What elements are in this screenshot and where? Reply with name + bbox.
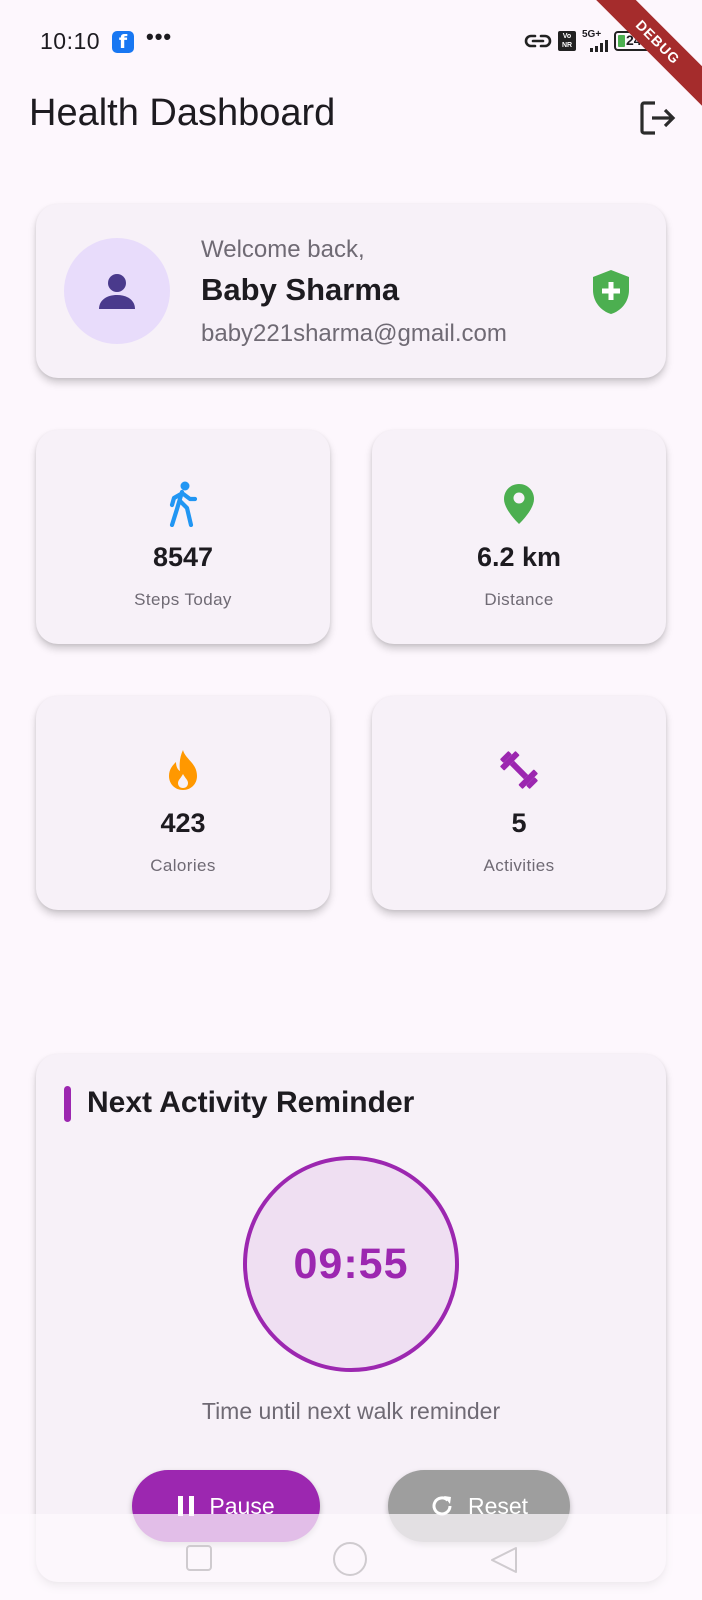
timer-value: 09:55	[293, 1239, 409, 1288]
steps-label: Steps Today	[134, 590, 232, 609]
health-shield-icon	[593, 270, 629, 314]
distance-label: Distance	[484, 590, 554, 609]
stat-card-steps: 8547 Steps Today	[36, 430, 330, 644]
facebook-notification-icon: f	[112, 31, 134, 53]
person-icon	[99, 274, 135, 309]
activities-label: Activities	[483, 856, 555, 875]
calories-label: Calories	[150, 856, 216, 875]
status-bar: 10:10 f ••• Vo NR 5G+ 24 DEBUG	[0, 0, 702, 116]
page-title: Health Dashboard	[29, 92, 336, 134]
signal-icon: 5G+	[582, 30, 608, 52]
calories-value: 423	[160, 808, 206, 838]
stat-card-activities: 5 Activities	[372, 696, 666, 910]
stat-card-calories: 423 Calories	[36, 696, 330, 910]
reminder-title: Next Activity Reminder	[87, 1086, 415, 1119]
stat-card-distance: 6.2 km Distance	[372, 430, 666, 644]
profile-card: Welcome back, Baby Sharma baby221sharma@…	[36, 204, 666, 378]
reminder-card: Next Activity Reminder 09:55 Time until …	[36, 1054, 666, 1582]
steps-value: 8547	[152, 542, 214, 572]
countdown-timer: 09:55	[243, 1156, 459, 1372]
dumbbell-icon	[500, 751, 538, 789]
link-icon	[524, 34, 552, 48]
welcome-text: Welcome back,	[201, 236, 365, 263]
avatar	[64, 238, 170, 344]
more-notifications-icon: •••	[146, 24, 173, 49]
home-button[interactable]	[333, 1542, 367, 1576]
network-type: 5G+	[582, 29, 602, 40]
logout-icon	[640, 101, 676, 135]
vonr-icon: Vo NR	[558, 31, 576, 51]
distance-value: 6.2 km	[476, 542, 562, 572]
location-pin-icon	[504, 484, 534, 524]
back-button[interactable]	[488, 1544, 518, 1574]
walk-icon	[169, 481, 198, 527]
reminder-subtitle: Time until next walk reminder	[201, 1398, 501, 1424]
accent-bar	[64, 1086, 71, 1122]
recents-button[interactable]	[186, 1545, 212, 1571]
activities-value: 5	[511, 808, 527, 838]
fire-icon	[169, 750, 197, 790]
user-name: Baby Sharma	[201, 272, 400, 307]
status-time: 10:10	[40, 28, 101, 54]
user-email: baby221sharma@gmail.com	[201, 320, 507, 347]
logout-button[interactable]	[636, 96, 680, 140]
